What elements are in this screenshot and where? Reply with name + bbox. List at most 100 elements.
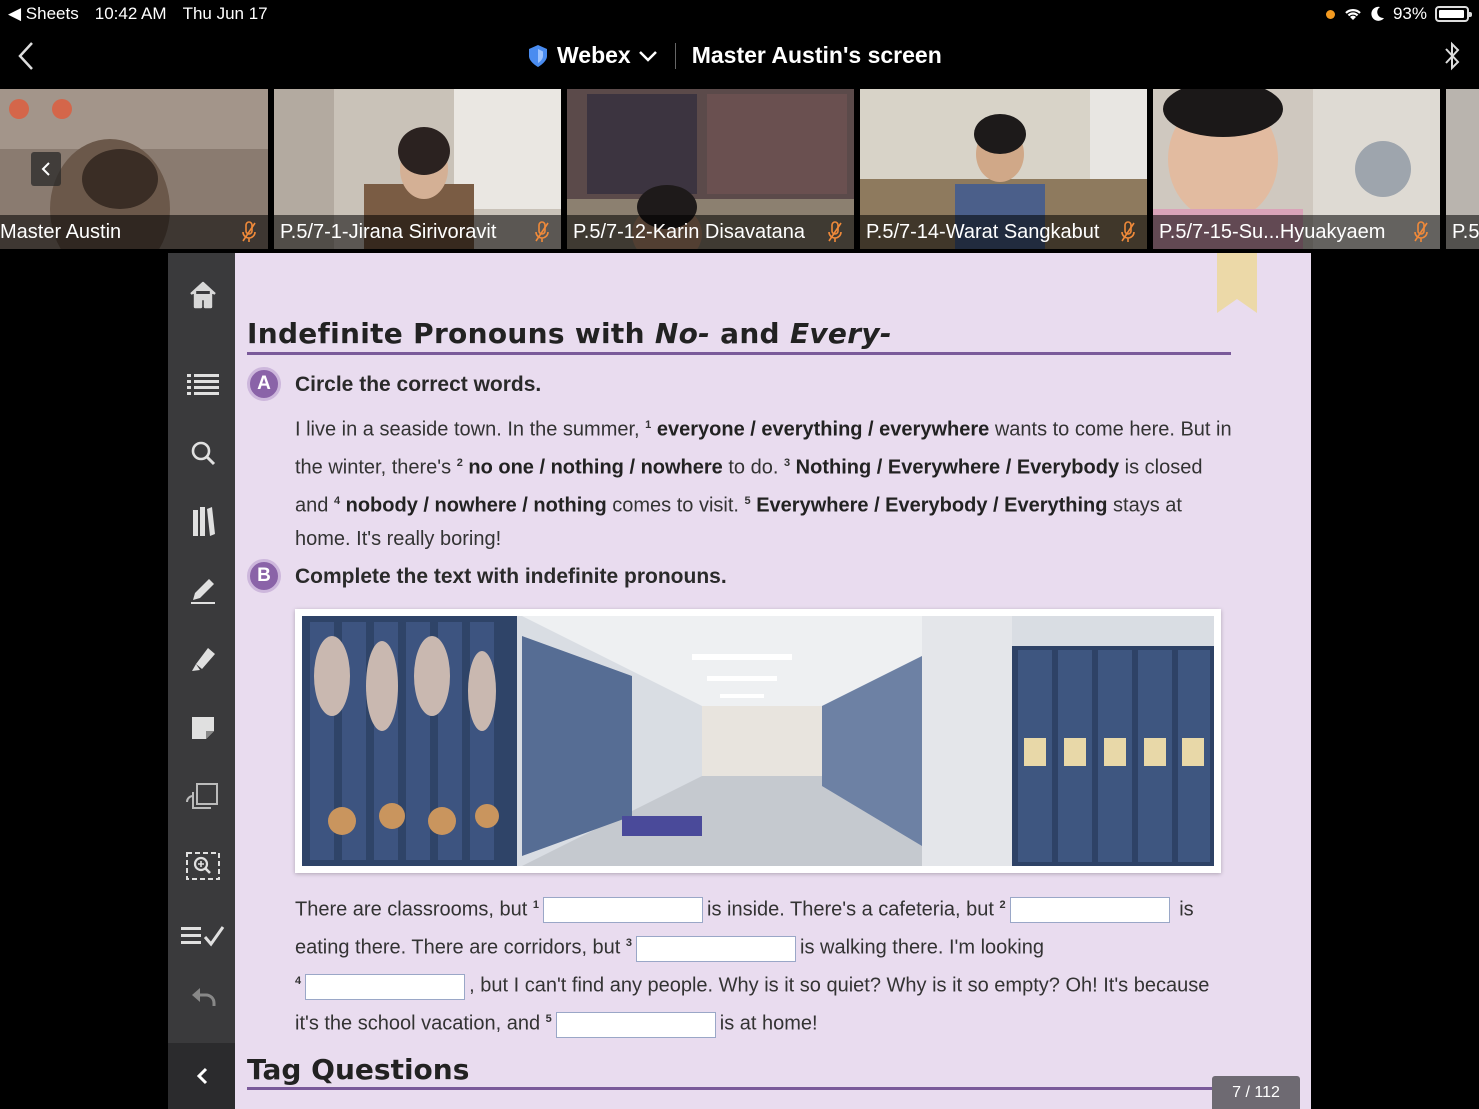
bookshelf-button[interactable] [181,499,225,543]
item-number: 2 [999,899,1006,911]
text: is walking there. I'm looking [800,936,1044,959]
participant-name: Master Austin [0,215,268,249]
item-number: 1 [645,419,652,431]
zoom-area-button[interactable] [181,844,225,888]
exercise-b-instruction: Complete the text with indefinite pronou… [295,565,727,588]
bluetooth-icon[interactable] [1441,40,1463,72]
status-time: 10:42 AM [94,4,167,23]
participant-tile[interactable]: P.5/7-15-Su...Hyuakyaem [1153,89,1440,249]
copy-pages-icon [186,783,218,809]
bookmark-icon[interactable] [1217,253,1257,313]
item-number: 5 [545,1013,552,1026]
page-link-button[interactable] [181,775,225,819]
title-divider [674,42,676,69]
recording-indicator-icon [52,99,72,119]
mic-muted-icon [828,221,842,242]
text: is at home! [719,1013,818,1036]
wifi-icon [1345,9,1361,20]
battery-percent: 93% [1392,4,1427,23]
item-number: 3 [625,937,633,950]
sticky-note-icon [192,717,214,739]
books-icon [193,507,215,536]
participant-tile[interactable]: P.5/7-12-Karin Disavatana [567,89,854,249]
answer-options[interactable]: no one / nothing / nowhere [468,457,722,479]
item-number: 4 [333,495,341,508]
contents-button[interactable] [181,362,225,406]
mic-muted-icon [1414,221,1428,242]
mic-muted-icon [1121,221,1135,242]
undo-icon [192,988,216,1006]
shared-screen: Indefinite Pronouns with No- and Every- … [168,253,1311,1109]
title-part: No- [654,317,711,350]
text: is inside. There's a cafeteria, but [707,898,1000,921]
exercise-b-text: There are classrooms, but 1 is inside. Th… [295,889,1235,1042]
participant-tile[interactable]: Master Austin [0,89,268,249]
answer-blank-5[interactable] [555,1011,716,1038]
strip-scroll-left-button[interactable] [31,152,61,186]
page-indicator[interactable]: 7 / 112 [1212,1076,1300,1109]
title-part: Indefinite Pronouns with [247,317,655,350]
item-number: 1 [532,899,539,911]
mic-muted-icon [535,221,549,242]
exercise-badge-b: B [247,559,281,593]
participant-tile[interactable]: P.5 [1446,89,1479,249]
status-bar: ◀ Sheets 10:42 AM Thu Jun 17 93% [0,0,1479,28]
text: comes to visit. [606,494,745,517]
screen-share-title: Master Austin's screen [691,42,942,68]
participant-tile[interactable]: P.5/7-1-Jirana Sirivoravit [274,89,561,249]
highlighter-button[interactable] [181,637,225,681]
shield-icon [529,44,547,67]
undo-button[interactable] [181,975,225,1019]
item-number: 5 [744,495,751,508]
participant-tile[interactable]: P.5/7-14-Warat Sangkabut [860,89,1147,249]
collapse-toolbar-button[interactable] [168,1043,235,1109]
pencil-icon [191,579,215,604]
chevron-left-icon[interactable] [14,40,40,72]
ebook-toolbar [168,253,235,1109]
chevron-down-icon[interactable] [637,49,659,63]
zoom-selection-icon [186,852,220,880]
status-date: Thu Jun 17 [182,4,268,23]
ebook-page: Indefinite Pronouns with No- and Every- … [235,253,1311,1109]
title-divider [247,352,1231,355]
page-title: Indefinite Pronouns with No- and Every- [247,317,892,350]
list-icon [187,374,219,395]
answer-blank-4[interactable] [305,973,466,1000]
search-button[interactable] [181,431,225,475]
answer-options[interactable]: Everywhere / Everybody / Everything [756,495,1107,517]
answer-options[interactable]: Nothing / Everywhere / Everybody [796,457,1119,479]
answer-blank-2[interactable] [1009,897,1170,924]
moon-icon [1371,6,1384,21]
mic-muted-icon [242,221,256,242]
participant-name: P.5/7-15-Su...Hyuakyaem [1153,215,1440,249]
battery-icon [1435,6,1472,22]
participant-name: P.5/7-1-Jirana Sirivoravit [274,215,561,249]
item-number: 4 [295,975,302,988]
home-button[interactable] [181,273,225,317]
app-name-menu[interactable]: Webex [557,42,631,69]
text: There are classrooms, but [295,898,533,921]
title-part: Every- [789,317,892,350]
sticky-note-button[interactable] [181,706,225,750]
exercise-a-text: I live in a seaside town. In the summer,… [295,409,1235,557]
exercise-a-instruction: Circle the correct words. [295,373,542,396]
school-hallway-image [302,616,1214,866]
answer-blank-1[interactable] [543,897,703,924]
chevron-left-icon [196,1067,207,1085]
hallway-photo [295,609,1221,873]
item-number: 3 [783,457,791,470]
recording-indicator-icon [9,99,29,119]
text: to do. [722,456,784,479]
answer-check-button[interactable] [181,914,225,958]
answer-options[interactable]: nobody / nowhere / nothing [346,495,607,517]
back-to-app-link[interactable]: ◀ Sheets [8,4,79,24]
participant-name: P.5/7-12-Karin Disavatana [567,215,854,249]
participant-name: P.5/7-14-Warat Sangkabut [860,215,1147,249]
answer-options[interactable]: everyone / everything / everywhere [657,419,989,441]
pen-tool-button[interactable] [181,568,225,612]
recording-dot-icon [1325,9,1335,19]
checklist-icon [181,926,225,947]
exercise-badge-a: A [247,367,281,401]
answer-blank-3[interactable] [636,935,797,962]
item-number: 2 [456,457,463,470]
